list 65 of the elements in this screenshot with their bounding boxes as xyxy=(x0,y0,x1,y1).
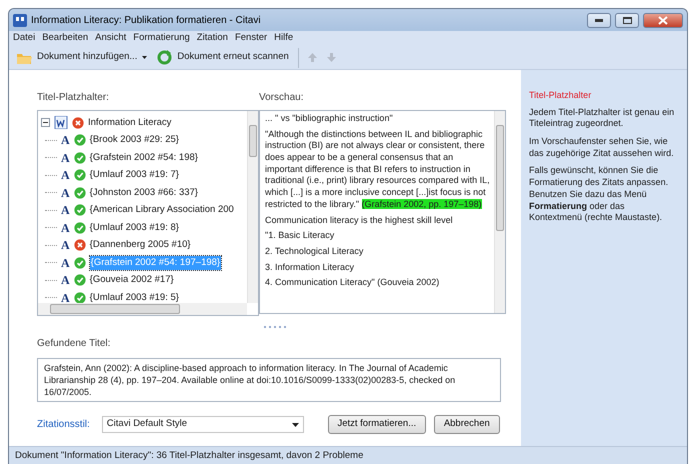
letter-a-icon: A xyxy=(61,288,70,307)
tree-item[interactable]: {American Library Association 200 xyxy=(90,203,234,218)
letter-a-icon: A xyxy=(61,218,70,237)
window-title: Information Literacy: Publikation formatieren - Citavi xyxy=(31,14,261,28)
tree-item[interactable]: {Dannenberg 2005 #10} xyxy=(90,238,191,252)
minimize-button[interactable] xyxy=(587,12,611,28)
letter-a-icon: A xyxy=(61,131,70,150)
help-text: Im Vorschaufenster sehen Sie, wie das zugehörige Zitat aussehen wird. xyxy=(529,136,675,160)
preview-paragraph: "Although the distinctions between IL and bibliographic instruction (BI) are not always clear or consistent, there does appear to be a general consensus that an important difference is that BI refers to instruction in traditional (i.e., print) library resources compared with IL, which [...] is a more inclusive concept [...]ist focus is not restricted to the library." (Grafstein 2002, pp. 197–198) xyxy=(265,128,491,210)
add-document-button[interactable]: Dokument hinzufügen... xyxy=(13,49,150,66)
maximize-icon xyxy=(622,16,632,24)
splitter-grip[interactable] xyxy=(264,326,286,328)
menu-item[interactable]: Formatierung xyxy=(133,31,190,46)
expander-icon[interactable] xyxy=(41,118,50,128)
help-text: Falls gewünscht, können Sie die Formatierung des Zitats anpassen. Benutzen Sie dazu das Menü Formatierung oder das Kontextmenü (rechte Maustaste). xyxy=(529,165,670,224)
rescan-button[interactable]: Dokument erneut scannen xyxy=(154,49,292,66)
cancel-button[interactable]: Abbrechen xyxy=(434,415,500,434)
section-label: Vorschau: xyxy=(259,91,304,105)
menu-item[interactable]: Datei xyxy=(13,31,36,46)
letter-a-icon: A xyxy=(61,271,70,290)
letter-a-icon: A xyxy=(61,236,70,254)
preview-paragraph: 3. Information Literacy xyxy=(265,262,356,274)
app-icon xyxy=(13,14,27,26)
status-text: Dokument "Information Literacy": 36 Titel-Platzhalter insgesamt, davon 2 Probleme xyxy=(9,446,687,464)
found-title-text: Grafstein, Ann (2002): A discipline-based approach to information literacy. In The Journal of Academic Librarianship 28 (4), pp. 197–204. Available online at doi:10.1016/S0099-1333(02)00283-5, checked on 16/07/2005. xyxy=(37,358,501,402)
tree-item[interactable]: {Umlauf 2003 #19: 7} xyxy=(90,168,179,182)
letter-a-icon: A xyxy=(61,201,70,220)
caret-icon xyxy=(292,422,299,426)
tree-item[interactable]: {Brook 2003 #29: 25} xyxy=(90,133,179,148)
refresh-icon xyxy=(157,50,172,65)
preview-paragraph: 4. Communication Literacy" (Gouveia 2002) xyxy=(265,277,440,289)
tree-item[interactable]: {Gouveia 2002 #17} xyxy=(90,273,174,288)
menu-item[interactable]: Bearbeiten xyxy=(42,31,88,46)
citation-style-dropdown[interactable]: Citavi Default Style xyxy=(102,416,304,433)
menu-item[interactable]: Zitation xyxy=(196,31,228,46)
menu-item[interactable]: Fenster xyxy=(234,31,268,46)
maximize-button[interactable] xyxy=(615,12,639,28)
letter-a-icon: A xyxy=(61,148,70,167)
preview-paragraph: Communication literacy is the highest skill level xyxy=(265,214,454,226)
close-button[interactable] xyxy=(643,12,683,28)
citation-style-label: Zitationsstil: xyxy=(37,418,90,432)
letter-a-icon: A xyxy=(61,184,70,202)
letter-a-icon: A xyxy=(61,166,70,184)
scrollbar[interactable] xyxy=(247,111,258,303)
scrollbar[interactable] xyxy=(38,303,247,315)
preview-paragraph: 2. Technological Literacy xyxy=(265,246,364,258)
format-button[interactable]: Jetzt formatieren... xyxy=(328,415,426,434)
tree-item[interactable]: {Johnston 2003 #66: 337} xyxy=(90,186,198,200)
tree-item[interactable]: Information Literacy xyxy=(88,116,172,130)
section-label: Titel-Platzhalter: xyxy=(37,91,109,105)
tree-item[interactable]: {Grafstein 2002 #54: 198} xyxy=(90,150,198,165)
menu-item[interactable]: Hilfe xyxy=(274,31,294,46)
section-label: Gefundene Titel: xyxy=(37,337,112,351)
letter-a-icon: A xyxy=(61,254,70,272)
close-icon xyxy=(658,16,668,24)
tree-item[interactable]: {Umlauf 2003 #19: 5} xyxy=(90,290,179,305)
tree-item[interactable]: {Umlauf 2003 #19: 8} xyxy=(90,220,179,235)
preview-paragraph: "1. Basic Literacy xyxy=(265,230,336,242)
preview-paragraph: ... " vs "bibliographic instruction" xyxy=(265,113,394,125)
help-text: Jedem Titel-Platzhalter ist genau ein Titeleintrag zugeordnet. xyxy=(529,106,676,130)
document-icon xyxy=(54,116,68,130)
scrollbar[interactable] xyxy=(494,111,505,313)
help-title: Titel-Platzhalter xyxy=(529,90,592,102)
minimize-icon xyxy=(595,18,603,22)
menu-item[interactable]: Ansicht xyxy=(95,31,126,46)
